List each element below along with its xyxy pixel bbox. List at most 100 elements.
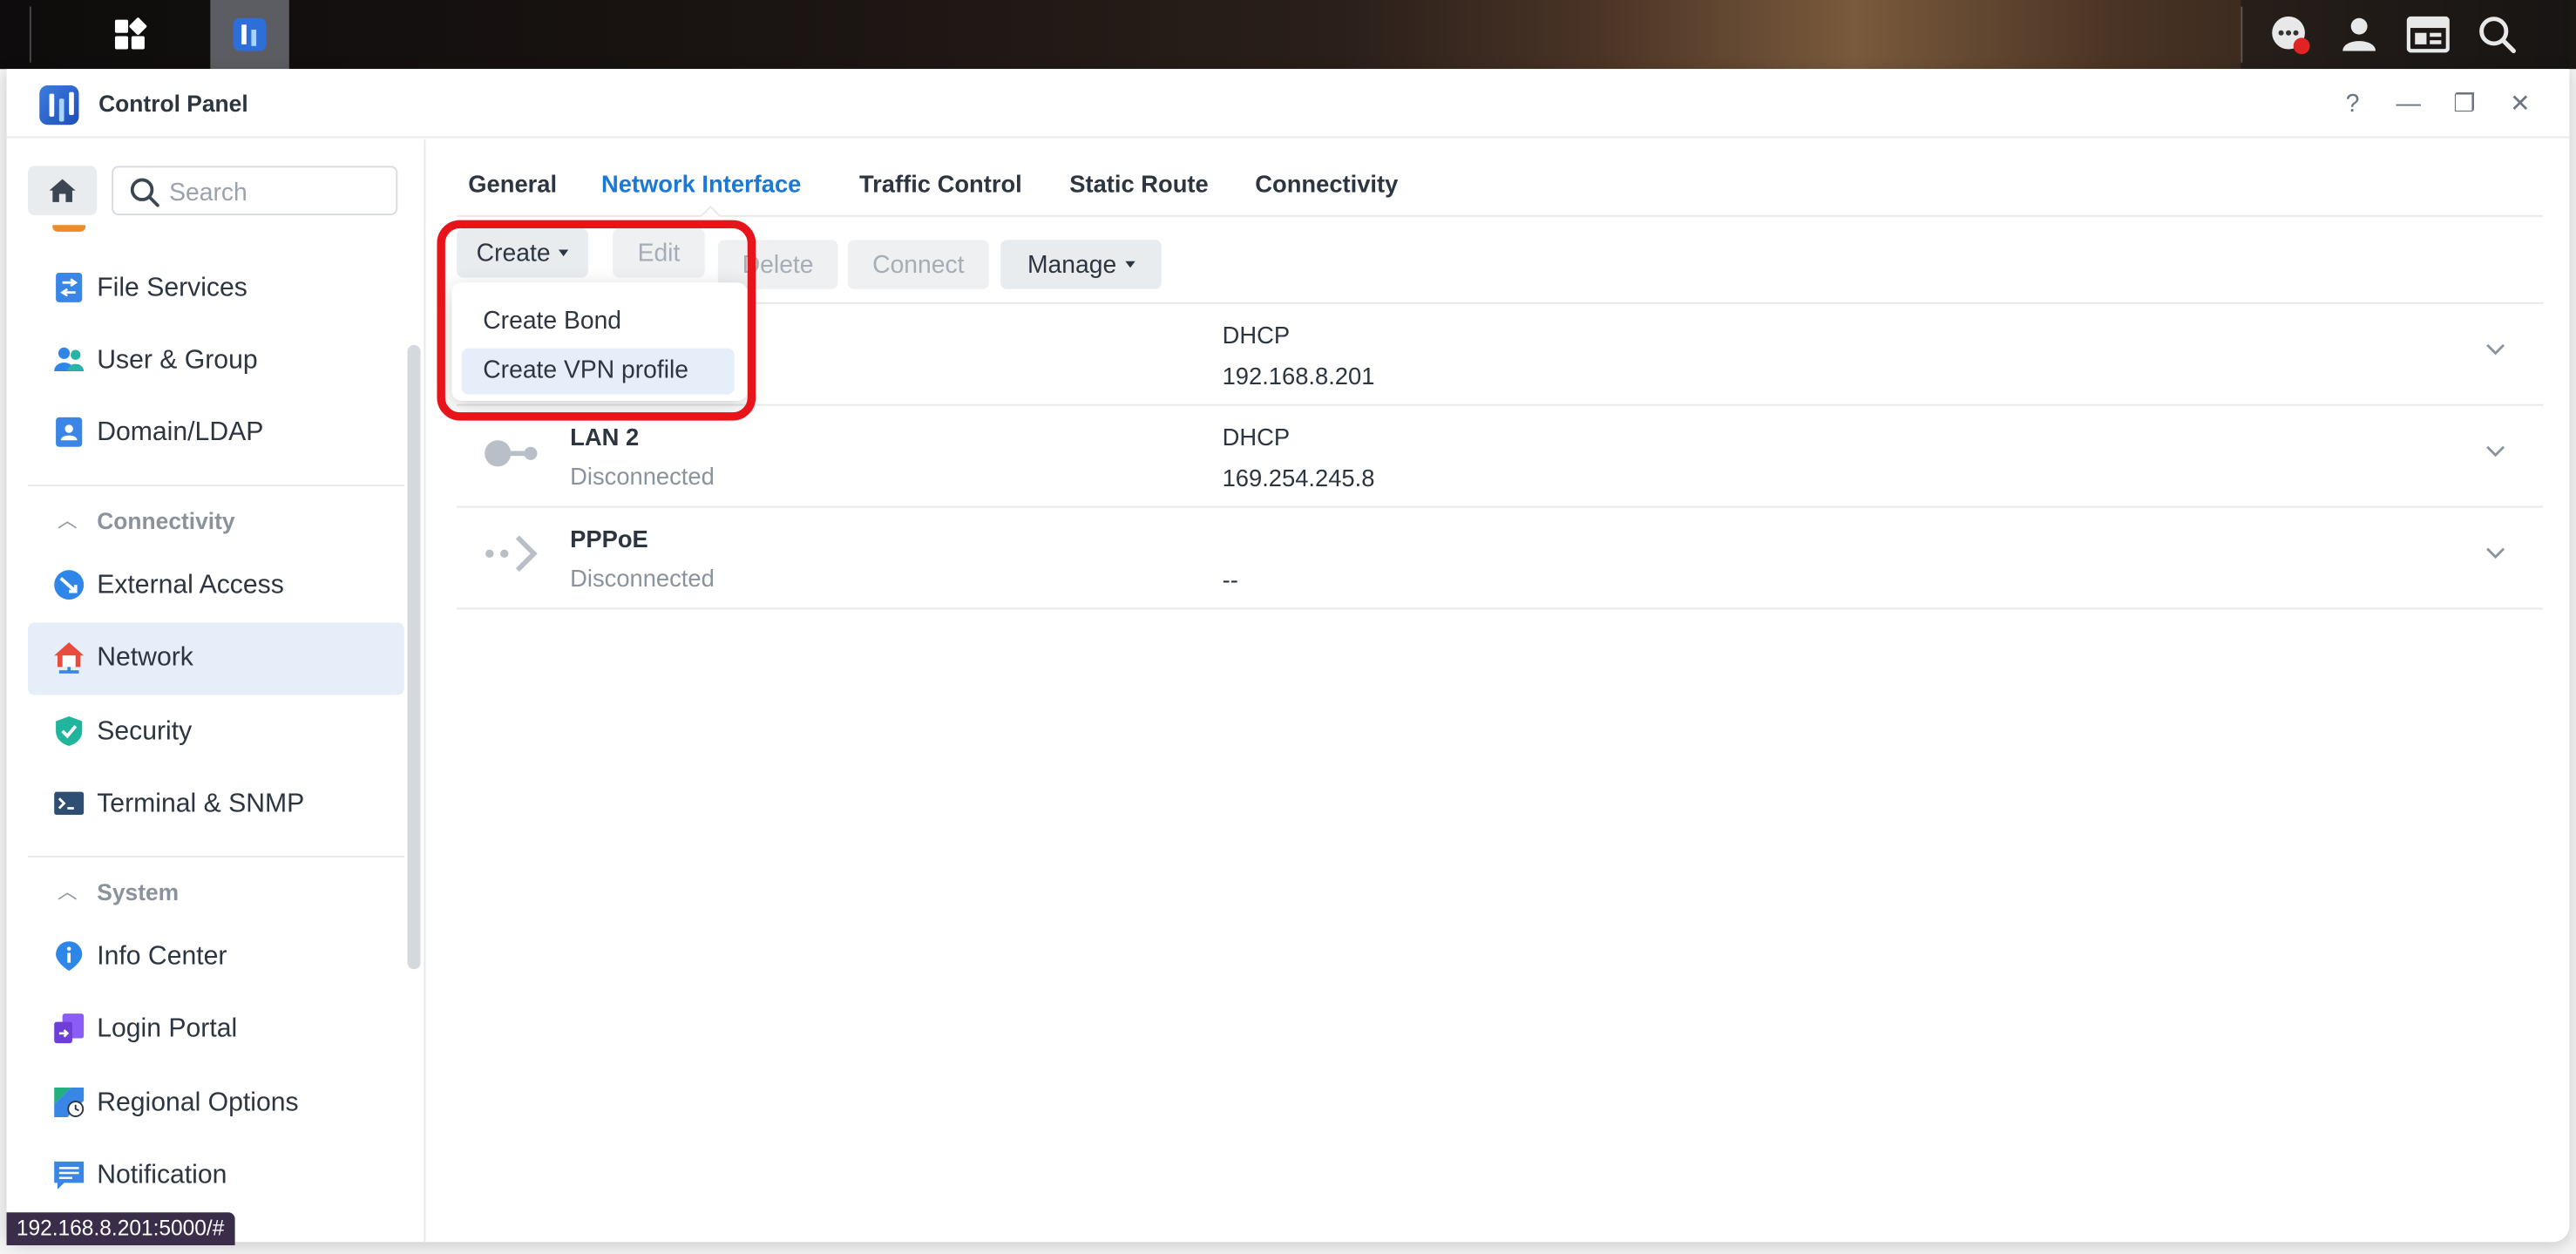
chevron-up-icon: ︿ bbox=[57, 509, 78, 532]
restore-button[interactable]: ❐ bbox=[2446, 85, 2482, 121]
notifications-button[interactable] bbox=[2257, 0, 2322, 69]
sidebar-item-external-access[interactable]: External Access bbox=[28, 551, 404, 623]
login-portal-icon bbox=[54, 1013, 85, 1044]
sidebar-item-security[interactable]: Security bbox=[28, 696, 404, 769]
sidebar-scrollbar[interactable] bbox=[407, 344, 421, 970]
control-panel-icon bbox=[233, 17, 267, 51]
table-row[interactable]: LAN 2 Disconnected DHCP 169.254.245.8 bbox=[457, 406, 2544, 508]
taskbar-separator bbox=[2240, 6, 2243, 63]
sidebar-divider bbox=[28, 485, 404, 487]
sidebar-item-file-services[interactable]: File Services bbox=[28, 253, 404, 325]
window-titlebar[interactable]: Control Panel ? — ❐ ✕ bbox=[6, 69, 2570, 139]
sidebar-item-label: External Access bbox=[97, 572, 284, 600]
pppoe-disconnected-icon bbox=[485, 535, 538, 573]
close-button[interactable]: ✕ bbox=[2502, 85, 2538, 121]
sidebar-item-label: File Services bbox=[97, 274, 247, 302]
file-services-icon bbox=[56, 272, 83, 302]
terminal-icon bbox=[54, 791, 85, 816]
sidebar-item-regional-options[interactable]: Regional Options bbox=[28, 1068, 404, 1140]
sidebar-item-label: Security bbox=[97, 717, 193, 746]
chevron-down-icon[interactable] bbox=[2484, 544, 2506, 560]
tab-network-interface[interactable]: Network Interface bbox=[601, 173, 801, 199]
screen: Control Panel ? — ❐ ✕ Search File Servic… bbox=[0, 0, 2576, 1253]
widgets-icon bbox=[2406, 16, 2450, 53]
taskbar bbox=[0, 0, 2576, 70]
taskbar-control-panel-button[interactable] bbox=[210, 0, 289, 70]
sidebar-item-network[interactable]: Network bbox=[28, 622, 404, 695]
interface-ip: 169.254.245.8 bbox=[1222, 466, 1375, 493]
table-row[interactable]: DHCP 192.168.8.201 bbox=[457, 304, 2544, 406]
notification-icon bbox=[54, 1161, 85, 1190]
truncated-item-icon bbox=[52, 225, 86, 232]
lan-disconnected-icon bbox=[485, 440, 538, 467]
search-button[interactable] bbox=[2464, 0, 2530, 69]
sidebar-section-connectivity[interactable]: ︿ Connectivity bbox=[28, 496, 404, 546]
home-button[interactable] bbox=[28, 166, 98, 215]
sidebar-item-terminal-snmp[interactable]: Terminal & SNMP bbox=[28, 769, 404, 841]
control-panel-window: Control Panel ? — ❐ ✕ Search File Servic… bbox=[6, 69, 2570, 1243]
tab-static-route[interactable]: Static Route bbox=[1069, 173, 1208, 199]
chevron-up-icon: ︿ bbox=[57, 880, 78, 904]
manage-label: Manage bbox=[1027, 250, 1117, 279]
chat-bubble-icon bbox=[2272, 16, 2310, 55]
chevron-down-icon[interactable] bbox=[2484, 442, 2506, 458]
sidebar-section-system[interactable]: ︿ System bbox=[28, 867, 404, 917]
domain-ldap-icon bbox=[56, 417, 83, 447]
interface-ip: 192.168.8.201 bbox=[1222, 364, 1375, 391]
connect-button[interactable]: Connect bbox=[847, 240, 989, 289]
interface-name: PPPoE bbox=[570, 527, 648, 554]
section-label: System bbox=[97, 878, 180, 905]
sidebar-item-notification[interactable]: Notification bbox=[28, 1140, 404, 1212]
sidebar-divider bbox=[28, 856, 404, 858]
sidebar-item-label: Domain/LDAP bbox=[97, 418, 264, 447]
network-icon bbox=[54, 642, 85, 674]
search-field[interactable] bbox=[112, 166, 398, 215]
user-button[interactable] bbox=[2326, 0, 2391, 69]
search-icon bbox=[130, 178, 159, 207]
grid-icon bbox=[114, 17, 147, 50]
tab-general[interactable]: General bbox=[468, 173, 557, 199]
taskbar-separator bbox=[29, 6, 31, 63]
help-button[interactable]: ? bbox=[2335, 85, 2370, 121]
table-row[interactable]: PPPoE Disconnected -- bbox=[457, 508, 2544, 610]
sidebar-item-login-portal[interactable]: Login Portal bbox=[28, 994, 404, 1067]
info-center-icon bbox=[56, 941, 83, 972]
interface-status: Disconnected bbox=[570, 464, 715, 491]
external-access-icon bbox=[54, 570, 85, 600]
tab-traffic-control[interactable]: Traffic Control bbox=[859, 173, 1022, 199]
sidebar-item-label: Notification bbox=[97, 1161, 227, 1190]
section-label: Connectivity bbox=[97, 507, 235, 534]
manage-button[interactable]: Manage bbox=[1000, 240, 1162, 289]
interface-name: LAN 2 bbox=[570, 425, 640, 452]
window-title: Control Panel bbox=[98, 90, 248, 117]
widgets-button[interactable] bbox=[2396, 0, 2461, 69]
sidebar-item-label: Network bbox=[97, 643, 193, 673]
interface-mode: DHCP bbox=[1222, 323, 1291, 350]
sidebar-item-user-group[interactable]: User & Group bbox=[28, 325, 404, 397]
sidebar-item-label: User & Group bbox=[97, 346, 258, 375]
tab-underline bbox=[457, 214, 2544, 217]
taskbar-tray bbox=[2240, 0, 2570, 70]
interface-mode: DHCP bbox=[1222, 425, 1291, 452]
interface-status: Disconnected bbox=[570, 566, 715, 593]
chevron-down-icon[interactable] bbox=[2484, 340, 2506, 356]
shield-icon bbox=[56, 715, 83, 746]
search-icon bbox=[2479, 17, 2517, 54]
minimize-button[interactable]: — bbox=[2390, 85, 2426, 121]
interface-ip: -- bbox=[1222, 568, 1238, 595]
user-icon bbox=[2342, 17, 2376, 51]
highlight-annotation bbox=[437, 220, 756, 421]
sidebar: File Services User & Group Domain/LDAP ︿ bbox=[7, 139, 426, 1243]
tab-connectivity[interactable]: Connectivity bbox=[1255, 173, 1398, 199]
sidebar-item-info-center[interactable]: Info Center bbox=[28, 922, 404, 994]
search-input[interactable] bbox=[169, 175, 383, 209]
regional-options-icon bbox=[54, 1088, 85, 1117]
sidebar-item-label: Terminal & SNMP bbox=[97, 790, 305, 818]
home-icon bbox=[49, 179, 76, 202]
caret-down-icon bbox=[1124, 261, 1135, 268]
sidebar-item-label: Regional Options bbox=[97, 1088, 299, 1117]
status-url-bar: 192.168.8.201:5000/# bbox=[6, 1212, 234, 1245]
main-menu-button[interactable] bbox=[92, 0, 168, 69]
sidebar-item-label: Login Portal bbox=[97, 1015, 238, 1044]
sidebar-item-domain-ldap[interactable]: Domain/LDAP bbox=[28, 397, 404, 470]
